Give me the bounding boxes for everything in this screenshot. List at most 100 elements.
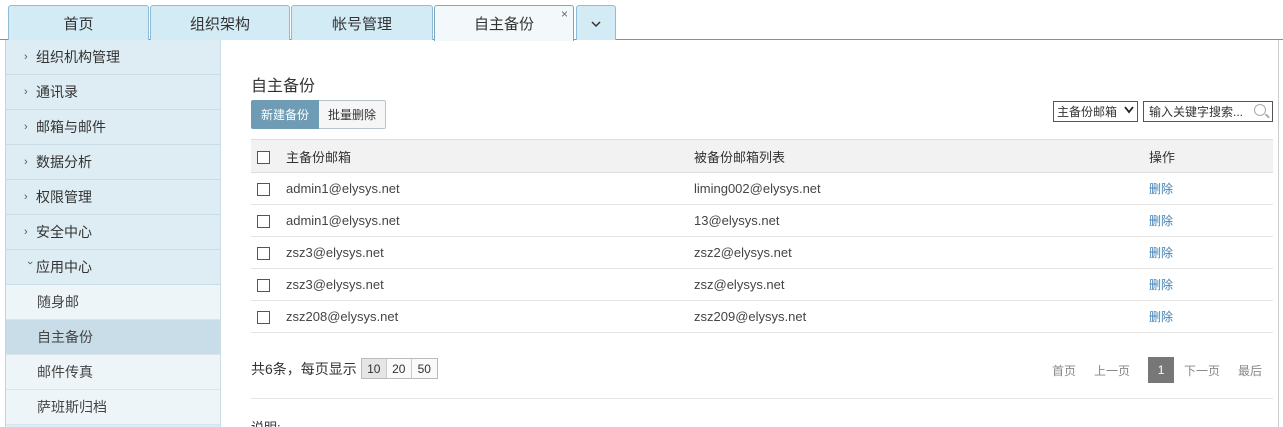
new-backup-button[interactable]: 新建备份: [251, 100, 320, 129]
select-value: 主备份邮箱: [1057, 105, 1118, 119]
column-header: 操作: [1149, 139, 1273, 173]
sidebar-item-label: 数据分析: [36, 154, 92, 170]
sidebar-subitem-sox-archive[interactable]: 萨班斯归档: [6, 390, 220, 425]
tab-label: 自主备份: [473, 16, 534, 33]
batch-delete-button[interactable]: 批量删除: [319, 100, 387, 129]
tab-account-management[interactable]: 帐号管理: [291, 5, 433, 40]
chevron-right-icon: ›: [24, 226, 28, 238]
chevron-right-icon: ›: [24, 121, 28, 133]
delete-link[interactable]: 删除: [1149, 214, 1173, 228]
tab-label: 组织架构: [189, 15, 250, 33]
row-checkbox[interactable]: [257, 311, 270, 325]
tab-home[interactable]: 首页: [8, 5, 149, 40]
sidebar-item-label: 通讯录: [36, 84, 78, 100]
checkbox-cell: [251, 268, 286, 301]
sidebar-subitem-label: 自主备份: [37, 329, 93, 345]
sidebar-item-label: 组织机构管理: [36, 49, 120, 65]
chevron-right-icon: ›: [24, 51, 28, 63]
sidebar-subitem-label: 萨班斯归档: [37, 399, 107, 415]
checkbox-cell: [251, 300, 286, 333]
checkbox-cell: [251, 172, 286, 205]
select-all-checkbox[interactable]: [257, 150, 270, 164]
sidebar-subitem-mobile-mail[interactable]: 随身邮: [6, 285, 220, 320]
page-size-option[interactable]: 50: [411, 359, 437, 378]
page-title: 自主备份: [251, 78, 316, 95]
pagination: 首页 上一页 1 下一页 最后: [1052, 357, 1280, 383]
first-page-link[interactable]: 首页: [1052, 362, 1076, 379]
page-size-option[interactable]: 20: [386, 359, 412, 378]
last-page-link[interactable]: 最后: [1238, 362, 1262, 379]
tab-org-structure[interactable]: 组织架构: [150, 5, 290, 40]
scrollbar-edge: [1278, 40, 1279, 427]
table-row: admin1@elysys.net liming002@elysys.net 删…: [251, 172, 1273, 205]
delete-link[interactable]: 删除: [1149, 182, 1173, 196]
page-size-control: 共6条，每页显示 10 20 50: [251, 358, 438, 379]
select-all-cell: [251, 139, 286, 173]
note-label: 说明:: [251, 417, 281, 427]
sidebar-item-data-analysis[interactable]: › 数据分析: [6, 145, 220, 180]
page-size-options: 10 20 50: [360, 358, 438, 379]
row-checkbox[interactable]: [257, 247, 270, 261]
sidebar-item-label: 安全中心: [36, 224, 92, 240]
table-row: zsz3@elysys.net zsz2@elysys.net 删除: [251, 236, 1273, 269]
app-window: 首页 组织架构 帐号管理 自主备份 × › 组织机构管理 › 通讯录 › 邮箱与邮件 …: [0, 0, 1283, 427]
row-checkbox[interactable]: [257, 279, 270, 293]
action-button-group: 新建备份 批量删除: [251, 100, 387, 129]
chevron-right-icon: ›: [24, 191, 28, 203]
delete-link[interactable]: 删除: [1149, 310, 1173, 324]
action-cell: 删除: [1149, 172, 1273, 205]
row-checkbox[interactable]: [257, 183, 270, 197]
tab-label: 帐号管理: [331, 15, 392, 33]
primary-mailbox-cell: admin1@elysys.net: [286, 204, 694, 237]
checkbox-cell: [251, 204, 286, 237]
divider: [251, 398, 1273, 399]
sidebar-subitem-label: 邮件传真: [37, 364, 93, 380]
search-field-select[interactable]: 主备份邮箱: [1053, 101, 1138, 122]
sidebar-item-contacts[interactable]: › 通讯录: [6, 75, 220, 110]
sidebar-item-org-management[interactable]: › 组织机构管理: [6, 40, 220, 75]
search-icon[interactable]: [1254, 104, 1266, 116]
backup-mailbox-cell: liming002@elysys.net: [694, 172, 1149, 205]
tab-self-backup[interactable]: 自主备份 ×: [434, 5, 574, 41]
row-checkbox[interactable]: [257, 215, 270, 229]
sidebar-item-app-center[interactable]: › 应用中心: [6, 250, 220, 285]
column-header: 主备份邮箱: [286, 139, 694, 173]
search-placeholder: 输入关键字搜索...: [1149, 105, 1244, 119]
next-page-link[interactable]: 下一页: [1184, 362, 1220, 379]
action-cell: 删除: [1149, 300, 1273, 333]
chevron-down-icon: [591, 16, 601, 31]
table-header-row: 主备份邮箱 被备份邮箱列表 操作: [251, 139, 1273, 173]
table-row: zsz208@elysys.net zsz209@elysys.net 删除: [251, 300, 1273, 333]
sidebar-subitem-self-backup[interactable]: 自主备份: [6, 320, 220, 355]
action-cell: 删除: [1149, 236, 1273, 269]
backup-table: 主备份邮箱 被备份邮箱列表 操作 admin1@elysys.net limin…: [251, 139, 1273, 333]
primary-mailbox-cell: admin1@elysys.net: [286, 172, 694, 205]
delete-link[interactable]: 删除: [1149, 246, 1173, 260]
primary-mailbox-cell: zsz3@elysys.net: [286, 236, 694, 269]
sidebar-item-security[interactable]: › 安全中心: [6, 215, 220, 250]
record-count-text: 共6条，每页显示: [251, 360, 357, 377]
current-page-number[interactable]: 1: [1148, 357, 1175, 383]
backup-mailbox-cell: zsz@elysys.net: [694, 268, 1149, 301]
main-content: 自主备份 新建备份 批量删除 主备份邮箱 输入关键字搜索... 主备份邮箱 被备…: [222, 40, 1283, 427]
primary-mailbox-cell: zsz3@elysys.net: [286, 268, 694, 301]
delete-link[interactable]: 删除: [1149, 278, 1173, 292]
backup-mailbox-cell: zsz209@elysys.net: [694, 300, 1149, 333]
prev-page-link[interactable]: 上一页: [1094, 362, 1130, 379]
sidebar-item-mailbox-mail[interactable]: › 邮箱与邮件: [6, 110, 220, 145]
sidebar-subitem-mail-fax[interactable]: 邮件传真: [6, 355, 220, 390]
chevron-right-icon: ›: [24, 156, 28, 168]
chevron-right-icon: ›: [24, 86, 28, 98]
table-row: zsz3@elysys.net zsz@elysys.net 删除: [251, 268, 1273, 301]
checkbox-cell: [251, 236, 286, 269]
close-icon[interactable]: ×: [561, 7, 568, 21]
sidebar: › 组织机构管理 › 通讯录 › 邮箱与邮件 › 数据分析 › 权限管理 › 安全中心 › 应…: [6, 40, 221, 427]
tab-label: 首页: [63, 15, 94, 33]
sidebar-item-label: 邮箱与邮件: [36, 119, 106, 135]
tab-more-button[interactable]: [576, 5, 616, 40]
sidebar-item-permissions[interactable]: › 权限管理: [6, 180, 220, 215]
search-input[interactable]: 输入关键字搜索...: [1143, 101, 1273, 122]
chevron-down-icon: ›: [24, 261, 36, 265]
page-size-option[interactable]: 10: [361, 359, 387, 378]
primary-mailbox-cell: zsz208@elysys.net: [286, 300, 694, 333]
